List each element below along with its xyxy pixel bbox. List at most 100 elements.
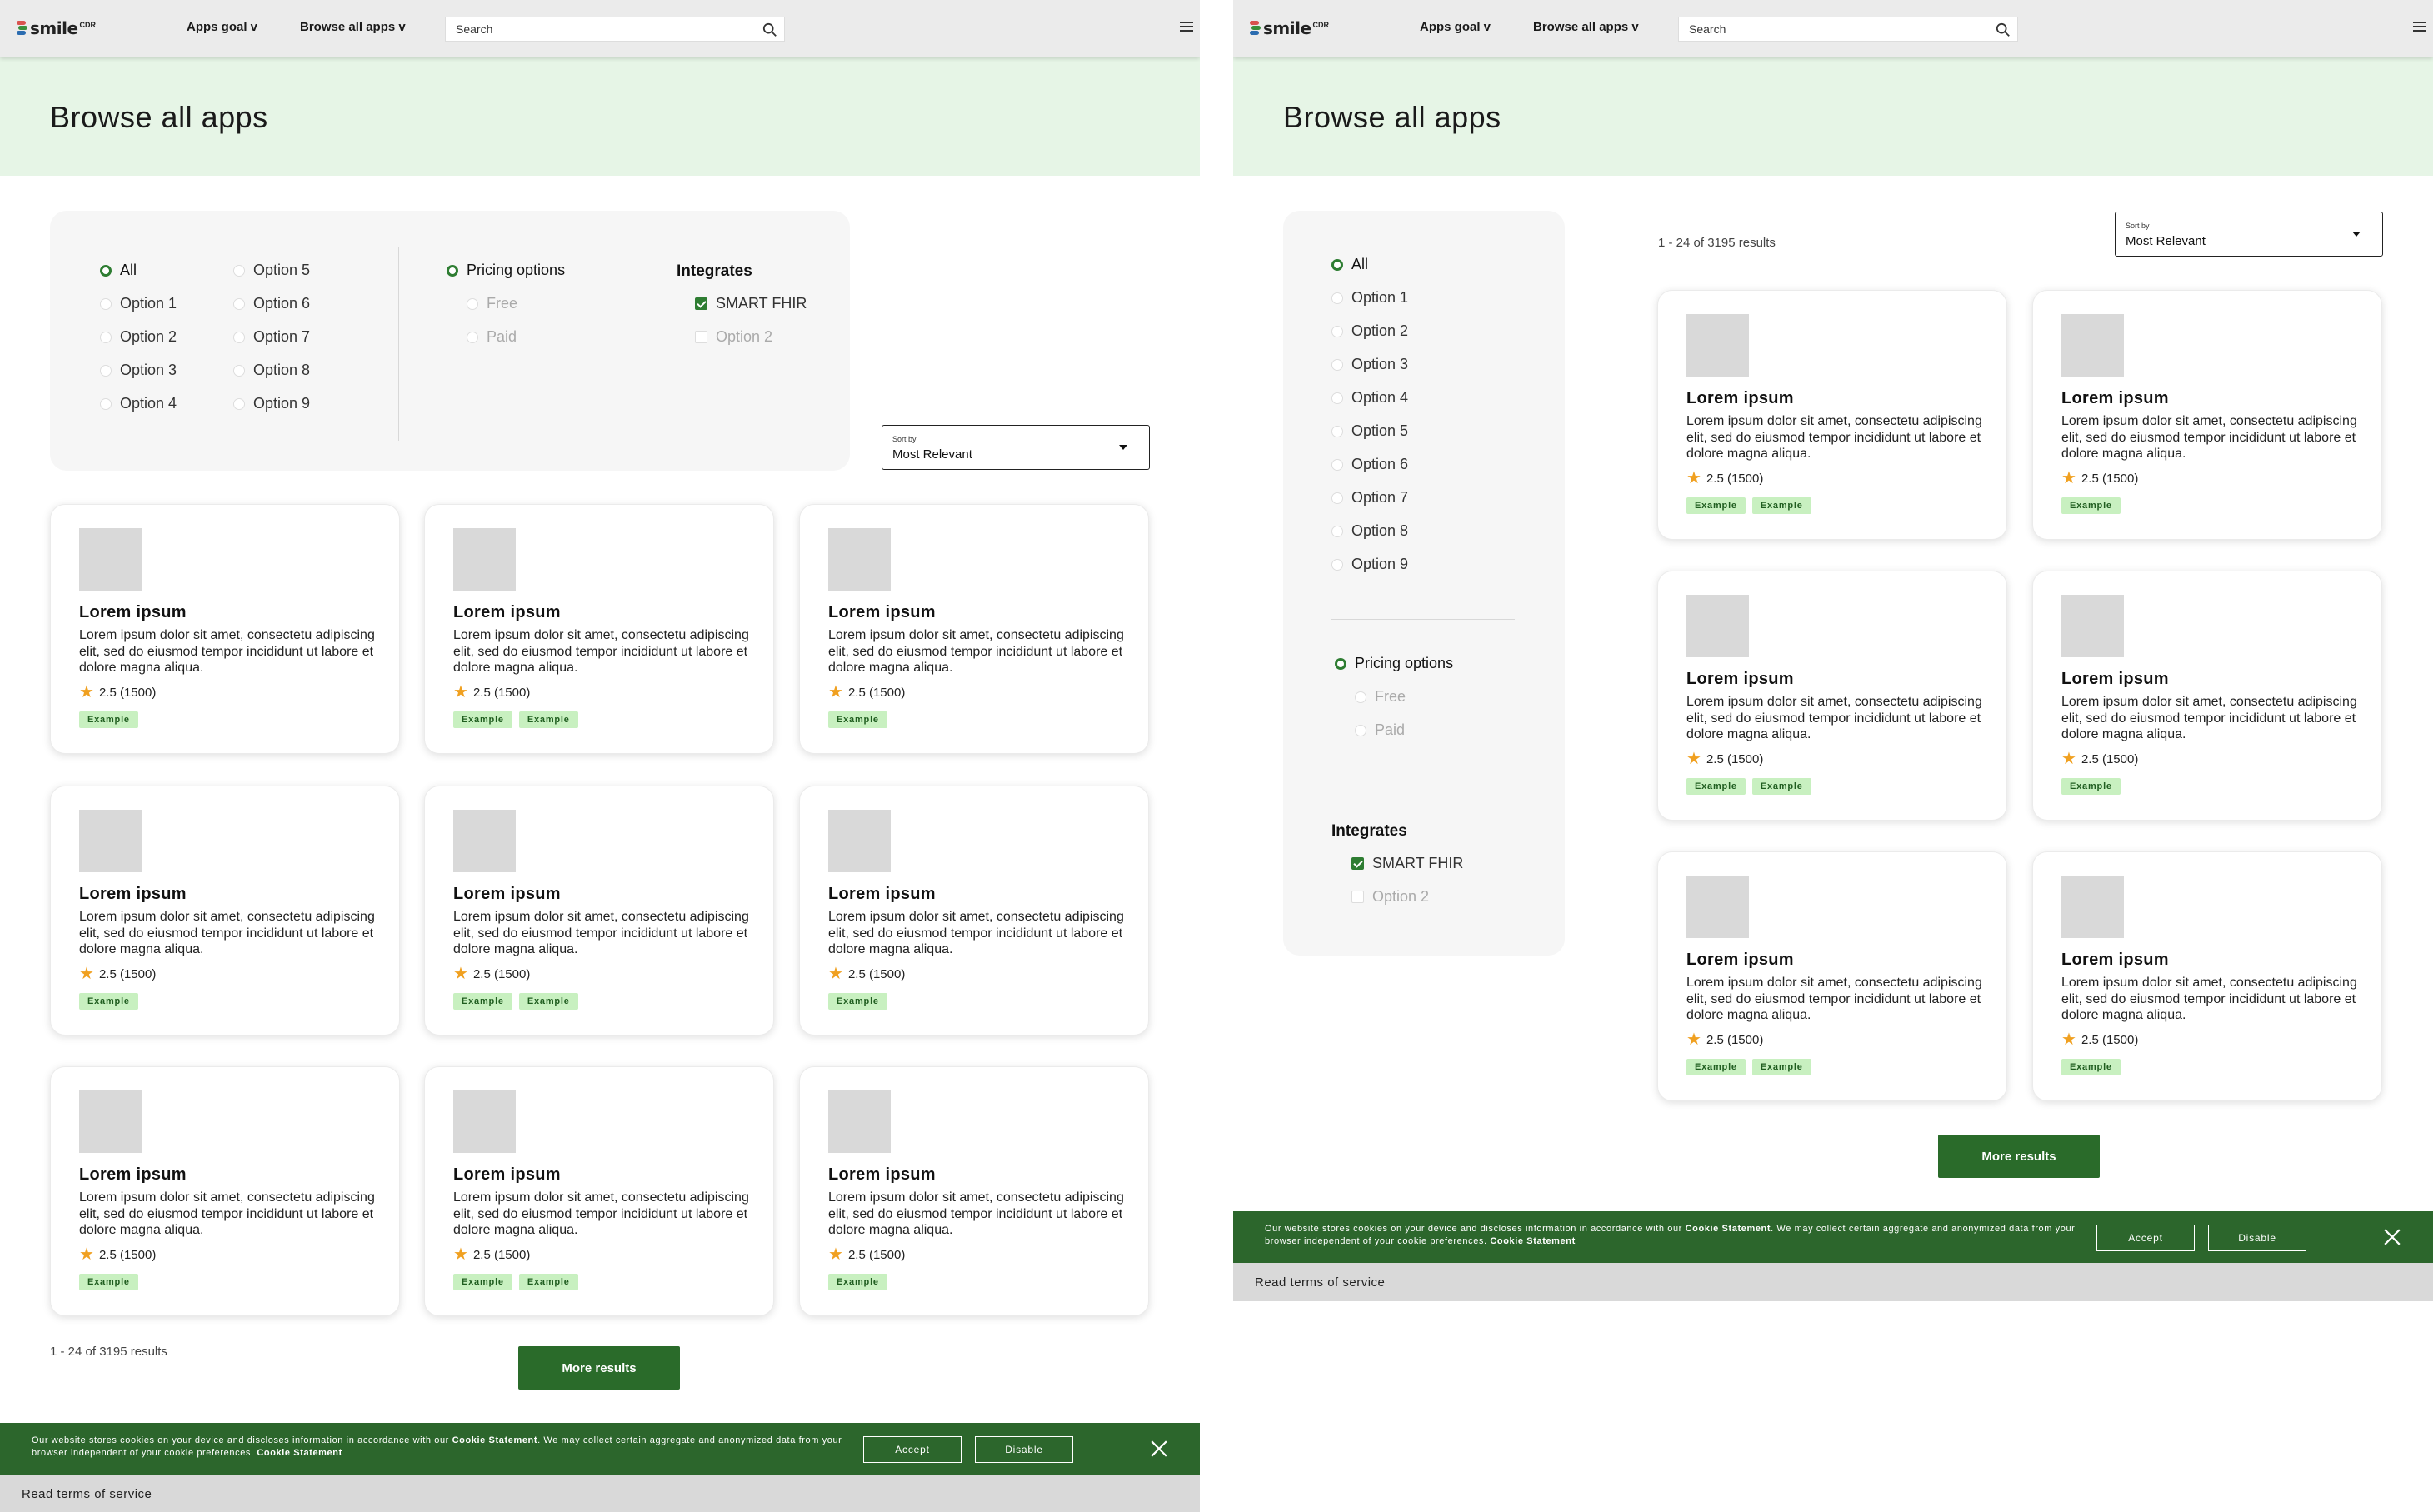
app-card[interactable]: Lorem ipsum Lorem ipsum dolor sit amet, c… bbox=[2032, 290, 2382, 540]
smile-cdr-logo[interactable]: smile CDR bbox=[1250, 18, 1329, 38]
cookie-statement-link[interactable]: Cookie Statement bbox=[452, 1435, 538, 1445]
filter-radio-option[interactable]: Option 5 bbox=[233, 262, 310, 279]
radio-button[interactable] bbox=[233, 397, 245, 410]
radio-button[interactable] bbox=[467, 297, 478, 310]
filter-radio-option[interactable]: Option 8 bbox=[233, 362, 310, 379]
filter-radio-option[interactable]: Pricing options bbox=[1335, 655, 1453, 672]
filter-checkbox-option[interactable]: Option 2 bbox=[695, 328, 772, 346]
terms-link[interactable]: Read terms of service bbox=[22, 1487, 152, 1501]
search-input[interactable] bbox=[1679, 17, 1979, 41]
filter-radio-option[interactable]: Option 6 bbox=[1331, 456, 1408, 473]
app-card[interactable]: Lorem ipsum Lorem ipsum dolor sit amet, c… bbox=[50, 504, 400, 754]
filter-radio-option[interactable]: Option 7 bbox=[1331, 489, 1408, 506]
radio-button[interactable] bbox=[1331, 558, 1343, 571]
filter-radio-option[interactable]: Option 8 bbox=[1331, 522, 1408, 540]
radio-button[interactable] bbox=[233, 364, 245, 377]
search-input[interactable] bbox=[446, 17, 746, 41]
radio-button[interactable] bbox=[1331, 525, 1343, 537]
smile-cdr-logo[interactable]: smile CDR bbox=[17, 18, 96, 38]
checkbox[interactable] bbox=[695, 331, 707, 343]
close-icon[interactable] bbox=[2383, 1228, 2401, 1246]
search-icon[interactable] bbox=[762, 22, 777, 37]
checkbox[interactable] bbox=[1351, 891, 1364, 903]
radio-button[interactable] bbox=[233, 297, 245, 310]
app-card[interactable]: Lorem ipsum Lorem ipsum dolor sit amet, c… bbox=[424, 504, 774, 754]
radio-button[interactable] bbox=[233, 331, 245, 343]
app-card[interactable]: Lorem ipsum Lorem ipsum dolor sit amet, c… bbox=[424, 1066, 774, 1316]
checkbox[interactable] bbox=[1351, 857, 1364, 870]
app-card[interactable]: Lorem ipsum Lorem ipsum dolor sit amet, c… bbox=[424, 786, 774, 1035]
cookie-accept-button[interactable]: Accept bbox=[2096, 1225, 2195, 1251]
app-card[interactable]: Lorem ipsum Lorem ipsum dolor sit amet, c… bbox=[1657, 571, 2007, 821]
radio-button[interactable] bbox=[100, 297, 112, 310]
filter-radio-option[interactable]: Paid bbox=[467, 328, 517, 346]
radio-button[interactable] bbox=[100, 364, 112, 377]
more-results-button[interactable]: More results bbox=[1938, 1135, 2100, 1178]
radio-button[interactable] bbox=[100, 331, 112, 343]
radio-button[interactable] bbox=[1355, 691, 1366, 703]
hamburger-menu-icon[interactable] bbox=[2413, 22, 2426, 33]
app-card[interactable]: Lorem ipsum Lorem ipsum dolor sit amet, c… bbox=[50, 1066, 400, 1316]
radio-button[interactable] bbox=[1331, 458, 1343, 471]
nav-browse-all-apps[interactable]: Browse all apps v bbox=[300, 20, 406, 34]
radio-button[interactable] bbox=[1331, 292, 1343, 304]
radio-button[interactable] bbox=[1331, 492, 1343, 504]
app-card[interactable]: Lorem ipsum Lorem ipsum dolor sit amet, c… bbox=[799, 786, 1149, 1035]
app-card[interactable]: Lorem ipsum Lorem ipsum dolor sit amet, c… bbox=[1657, 851, 2007, 1101]
radio-button[interactable] bbox=[1335, 657, 1346, 670]
filter-radio-option[interactable]: Option 1 bbox=[100, 295, 177, 312]
filter-radio-option[interactable]: Option 2 bbox=[100, 328, 177, 346]
close-icon[interactable] bbox=[1150, 1440, 1168, 1458]
radio-button[interactable] bbox=[1331, 425, 1343, 437]
nav-apps-goal[interactable]: Apps goal v bbox=[187, 20, 257, 34]
filter-radio-option[interactable]: Option 4 bbox=[1331, 389, 1408, 407]
filter-radio-option[interactable]: Pricing options bbox=[447, 262, 565, 279]
filter-radio-option[interactable]: Option 5 bbox=[1331, 422, 1408, 440]
cookie-statement-link[interactable]: Cookie Statement bbox=[257, 1448, 342, 1458]
app-card[interactable]: Lorem ipsum Lorem ipsum dolor sit amet, c… bbox=[2032, 851, 2382, 1101]
filter-checkbox-option[interactable]: Option 2 bbox=[1351, 888, 1429, 906]
app-card[interactable]: Lorem ipsum Lorem ipsum dolor sit amet, c… bbox=[1657, 290, 2007, 540]
cookie-statement-link[interactable]: Cookie Statement bbox=[1490, 1236, 1576, 1246]
radio-button[interactable] bbox=[447, 264, 458, 277]
filter-radio-option[interactable]: Option 1 bbox=[1331, 289, 1408, 307]
app-card[interactable]: Lorem ipsum Lorem ipsum dolor sit amet, c… bbox=[799, 504, 1149, 754]
filter-radio-option[interactable]: Option 3 bbox=[1331, 356, 1408, 373]
sort-dropdown[interactable]: Sort by Most Relevant bbox=[882, 425, 1150, 470]
checkbox[interactable] bbox=[695, 297, 707, 310]
hamburger-menu-icon[interactable] bbox=[1180, 22, 1193, 33]
radio-button[interactable] bbox=[100, 264, 112, 277]
filter-radio-option[interactable]: All bbox=[1331, 256, 1368, 273]
radio-button[interactable] bbox=[467, 331, 478, 343]
nav-browse-all-apps[interactable]: Browse all apps v bbox=[1533, 20, 1639, 34]
filter-radio-option[interactable]: Option 9 bbox=[233, 395, 310, 412]
filter-radio-option[interactable]: Option 9 bbox=[1331, 556, 1408, 573]
app-card[interactable]: Lorem ipsum Lorem ipsum dolor sit amet, c… bbox=[50, 786, 400, 1035]
app-card[interactable]: Lorem ipsum Lorem ipsum dolor sit amet, c… bbox=[2032, 571, 2382, 821]
filter-radio-option[interactable]: Free bbox=[1355, 688, 1406, 706]
filter-checkbox-option[interactable]: SMART FHIR bbox=[695, 295, 807, 312]
filter-checkbox-option[interactable]: SMART FHIR bbox=[1351, 855, 1463, 872]
sort-dropdown[interactable]: Sort by Most Relevant bbox=[2115, 212, 2383, 257]
radio-button[interactable] bbox=[100, 397, 112, 410]
filter-radio-option[interactable]: Option 3 bbox=[100, 362, 177, 379]
cookie-disable-button[interactable]: Disable bbox=[975, 1436, 1073, 1463]
filter-radio-option[interactable]: Paid bbox=[1355, 721, 1405, 739]
radio-button[interactable] bbox=[233, 264, 245, 277]
cookie-disable-button[interactable]: Disable bbox=[2208, 1225, 2306, 1251]
radio-button[interactable] bbox=[1331, 392, 1343, 404]
app-card[interactable]: Lorem ipsum Lorem ipsum dolor sit amet, c… bbox=[799, 1066, 1149, 1316]
filter-radio-option[interactable]: Option 4 bbox=[100, 395, 177, 412]
radio-button[interactable] bbox=[1331, 325, 1343, 337]
nav-apps-goal[interactable]: Apps goal v bbox=[1420, 20, 1491, 34]
more-results-button[interactable]: More results bbox=[518, 1346, 680, 1390]
radio-button[interactable] bbox=[1331, 258, 1343, 271]
cookie-accept-button[interactable]: Accept bbox=[863, 1436, 962, 1463]
terms-link[interactable]: Read terms of service bbox=[1255, 1275, 1385, 1290]
search-icon[interactable] bbox=[1996, 22, 2011, 37]
cookie-statement-link[interactable]: Cookie Statement bbox=[1686, 1224, 1771, 1234]
filter-radio-option[interactable]: Option 6 bbox=[233, 295, 310, 312]
filter-radio-option[interactable]: Option 7 bbox=[233, 328, 310, 346]
filter-radio-option[interactable]: Free bbox=[467, 295, 517, 312]
filter-radio-option[interactable]: All bbox=[100, 262, 137, 279]
